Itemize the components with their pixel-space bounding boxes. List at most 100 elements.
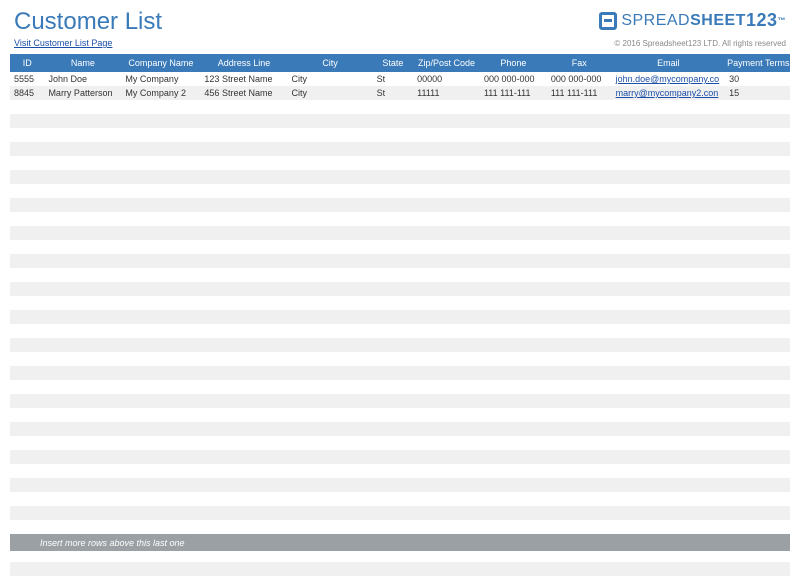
cell-empty[interactable] <box>288 310 373 324</box>
cell-empty[interactable] <box>200 506 287 520</box>
cell-empty[interactable] <box>413 436 480 450</box>
cell-empty[interactable] <box>200 310 287 324</box>
cell-empty[interactable] <box>288 142 373 156</box>
cell-empty[interactable] <box>200 212 287 226</box>
cell-empty[interactable] <box>44 212 121 226</box>
cell-empty[interactable] <box>44 282 121 296</box>
cell-empty[interactable] <box>10 142 44 156</box>
cell-empty[interactable] <box>480 450 547 464</box>
cell-empty[interactable] <box>373 268 414 282</box>
cell-empty[interactable] <box>612 352 725 366</box>
cell-empty[interactable] <box>288 562 373 576</box>
cell-empty[interactable] <box>44 394 121 408</box>
cell-empty[interactable] <box>44 436 121 450</box>
cell-company[interactable]: My Company 2 <box>121 86 200 100</box>
cell-empty[interactable] <box>44 380 121 394</box>
cell-empty[interactable] <box>547 352 612 366</box>
table-row-empty[interactable] <box>10 492 790 506</box>
cell-empty[interactable] <box>288 100 373 114</box>
cell-empty[interactable] <box>725 268 790 282</box>
cell-empty[interactable] <box>612 408 725 422</box>
cell-empty[interactable] <box>373 324 414 338</box>
cell-empty[interactable] <box>725 464 790 478</box>
cell-empty[interactable] <box>612 114 725 128</box>
cell-empty[interactable] <box>44 310 121 324</box>
cell-empty[interactable] <box>200 520 287 534</box>
cell-empty[interactable] <box>413 520 480 534</box>
cell-empty[interactable] <box>480 478 547 492</box>
cell-empty[interactable] <box>44 198 121 212</box>
cell-empty[interactable] <box>480 198 547 212</box>
table-row-empty[interactable] <box>10 240 790 254</box>
cell-empty[interactable] <box>547 114 612 128</box>
cell-name[interactable]: John Doe <box>44 72 121 86</box>
cell-empty[interactable] <box>725 450 790 464</box>
cell-empty[interactable] <box>725 170 790 184</box>
cell-empty[interactable] <box>288 492 373 506</box>
cell-empty[interactable] <box>288 506 373 520</box>
cell-terms[interactable]: 15 <box>725 86 790 100</box>
cell-empty[interactable] <box>121 338 200 352</box>
cell-empty[interactable] <box>480 408 547 422</box>
cell-empty[interactable] <box>480 492 547 506</box>
cell-empty[interactable] <box>44 100 121 114</box>
cell-state[interactable]: St <box>373 72 414 86</box>
cell-empty[interactable] <box>288 212 373 226</box>
cell-empty[interactable] <box>288 352 373 366</box>
cell-empty[interactable] <box>480 436 547 450</box>
cell-empty[interactable] <box>547 520 612 534</box>
table-row-empty[interactable] <box>10 310 790 324</box>
cell-empty[interactable] <box>121 128 200 142</box>
cell-id[interactable]: 8845 <box>10 86 44 100</box>
cell-empty[interactable] <box>413 142 480 156</box>
cell-empty[interactable] <box>10 100 44 114</box>
cell-empty[interactable] <box>547 310 612 324</box>
cell-empty[interactable] <box>373 366 414 380</box>
table-row-empty[interactable] <box>10 408 790 422</box>
cell-empty[interactable] <box>725 282 790 296</box>
cell-empty[interactable] <box>725 352 790 366</box>
cell-empty[interactable] <box>121 436 200 450</box>
cell-empty[interactable] <box>547 142 612 156</box>
cell-empty[interactable] <box>547 492 612 506</box>
cell-empty[interactable] <box>200 226 287 240</box>
cell-empty[interactable] <box>725 310 790 324</box>
cell-empty[interactable] <box>373 380 414 394</box>
cell-empty[interactable] <box>725 184 790 198</box>
cell-empty[interactable] <box>373 310 414 324</box>
cell-empty[interactable] <box>547 422 612 436</box>
table-row-empty[interactable] <box>10 198 790 212</box>
cell-empty[interactable] <box>547 100 612 114</box>
cell-empty[interactable] <box>373 478 414 492</box>
cell-empty[interactable] <box>480 170 547 184</box>
cell-empty[interactable] <box>480 128 547 142</box>
cell-empty[interactable] <box>480 100 547 114</box>
cell-empty[interactable] <box>480 310 547 324</box>
cell-empty[interactable] <box>612 142 725 156</box>
cell-empty[interactable] <box>44 478 121 492</box>
cell-empty[interactable] <box>413 352 480 366</box>
cell-empty[interactable] <box>44 408 121 422</box>
cell-empty[interactable] <box>44 170 121 184</box>
cell-empty[interactable] <box>612 198 725 212</box>
cell-empty[interactable] <box>288 338 373 352</box>
cell-empty[interactable] <box>480 324 547 338</box>
cell-empty[interactable] <box>413 366 480 380</box>
table-row-empty[interactable] <box>10 562 790 576</box>
cell-empty[interactable] <box>121 450 200 464</box>
cell-empty[interactable] <box>200 464 287 478</box>
col-header-address[interactable]: Address Line <box>200 54 287 72</box>
table-row-empty[interactable] <box>10 226 790 240</box>
cell-empty[interactable] <box>10 254 44 268</box>
cell-empty[interactable] <box>547 562 612 576</box>
cell-empty[interactable] <box>44 520 121 534</box>
cell-empty[interactable] <box>200 240 287 254</box>
cell-empty[interactable] <box>200 338 287 352</box>
cell-empty[interactable] <box>373 450 414 464</box>
cell-empty[interactable] <box>288 408 373 422</box>
cell-empty[interactable] <box>547 394 612 408</box>
cell-empty[interactable] <box>725 478 790 492</box>
cell-empty[interactable] <box>44 268 121 282</box>
cell-empty[interactable] <box>288 282 373 296</box>
cell-empty[interactable] <box>121 324 200 338</box>
